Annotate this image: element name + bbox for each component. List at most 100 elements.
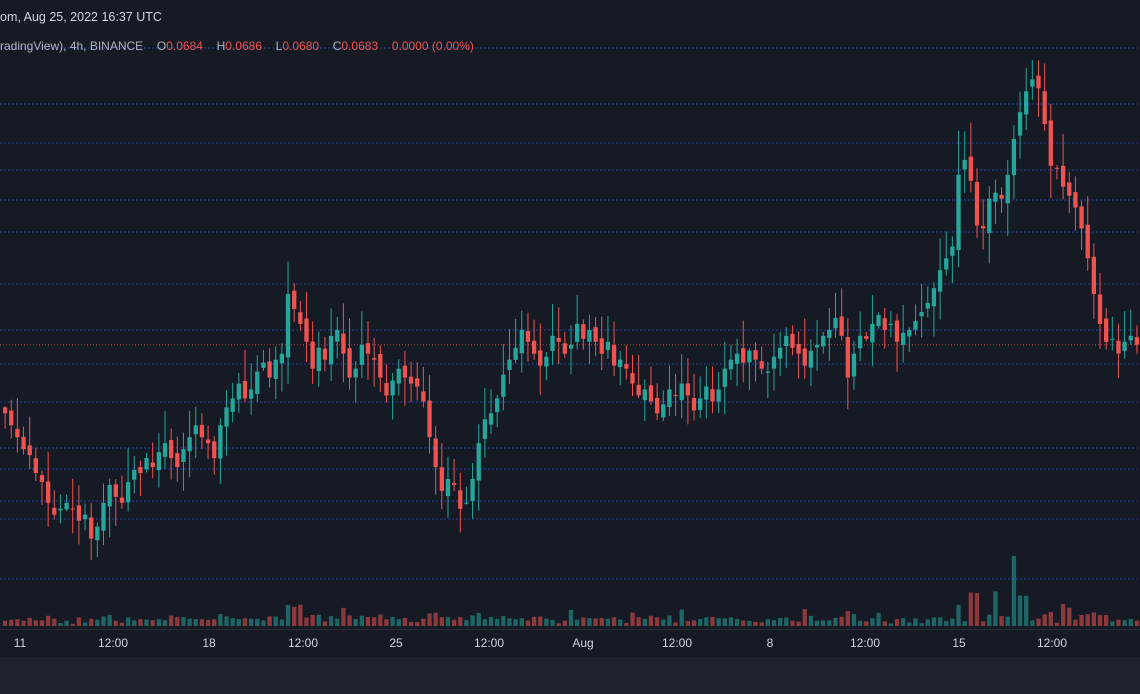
candle-body xyxy=(439,467,444,491)
candle xyxy=(654,383,660,420)
volume-bar xyxy=(33,620,38,626)
candle xyxy=(236,373,241,413)
candle xyxy=(913,304,918,336)
candle xyxy=(187,410,192,478)
volume-bar xyxy=(150,620,155,626)
candle-body xyxy=(513,347,518,360)
close-value: 0.0683 xyxy=(341,39,379,53)
candle xyxy=(415,361,420,401)
volume-bar xyxy=(242,618,248,626)
candle-body xyxy=(322,348,328,360)
volume-bar xyxy=(605,618,611,626)
candle-body xyxy=(888,323,894,325)
volume-bar xyxy=(95,619,100,626)
candle xyxy=(1011,125,1017,200)
volume-bar xyxy=(648,615,654,626)
volume-bar xyxy=(230,618,235,626)
candle-body xyxy=(150,462,155,468)
candle xyxy=(45,452,51,527)
candle-body xyxy=(802,348,807,366)
candle xyxy=(882,308,887,349)
candle xyxy=(1060,133,1066,200)
candle xyxy=(747,348,752,390)
x-tick-label: Aug xyxy=(572,636,593,650)
candle xyxy=(230,382,235,423)
candle xyxy=(525,312,531,362)
volume-bar xyxy=(1024,595,1029,626)
volume-bar xyxy=(1060,604,1066,626)
candle xyxy=(1116,323,1121,378)
candle-body xyxy=(101,502,106,531)
candle xyxy=(76,485,82,545)
volume-bar xyxy=(292,606,297,626)
high-value: 0.0686 xyxy=(225,39,262,53)
volume-bar xyxy=(501,616,506,626)
volume-bar xyxy=(359,615,365,626)
candle-body xyxy=(89,517,94,539)
candle xyxy=(445,456,451,518)
time-axis[interactable]: 11 12:00 18 12:00 25 12:00 Aug 12:00 8 12:00 15 12:… xyxy=(0,629,1140,657)
volume-bar xyxy=(212,619,217,626)
candle-body xyxy=(58,508,63,511)
volume-bar xyxy=(328,616,334,626)
candle-body xyxy=(341,333,346,354)
candle-body xyxy=(1005,174,1010,204)
candle xyxy=(556,307,561,364)
volume-bar xyxy=(21,620,26,626)
volume-bar xyxy=(119,622,125,626)
volume-bar xyxy=(556,623,561,626)
candle xyxy=(765,361,770,399)
candle xyxy=(704,366,709,419)
candle-body xyxy=(525,330,531,342)
candle-body xyxy=(704,386,709,400)
candle xyxy=(864,331,869,342)
volume-bar xyxy=(353,618,358,626)
candle-body xyxy=(937,270,943,292)
candle xyxy=(661,390,666,422)
candle-body xyxy=(15,428,20,438)
candle-body xyxy=(575,323,580,342)
candle-body xyxy=(974,182,980,226)
volume-bar xyxy=(248,618,254,626)
candle xyxy=(451,458,457,491)
candle-body xyxy=(255,371,260,394)
candle xyxy=(568,325,574,375)
candle xyxy=(476,424,481,511)
candlesticks xyxy=(2,60,1140,560)
candle-body xyxy=(931,288,937,307)
volume-bar xyxy=(1128,618,1133,626)
candle xyxy=(119,475,125,509)
candle xyxy=(310,321,315,384)
candle-body xyxy=(33,458,38,473)
volume-bar xyxy=(1017,595,1023,626)
candle-body xyxy=(556,337,561,342)
candle xyxy=(458,472,463,533)
candle-body xyxy=(76,505,82,521)
candle-body xyxy=(39,475,45,482)
price-chart-canvas[interactable] xyxy=(0,0,1140,694)
candle-body xyxy=(218,425,223,459)
volume-bar xyxy=(698,618,703,626)
candle xyxy=(218,418,223,485)
volume-bar xyxy=(575,619,580,626)
x-tick-label: 12:00 xyxy=(98,636,128,650)
open-label: O xyxy=(156,39,167,53)
volume-bar xyxy=(876,612,881,626)
candle-body xyxy=(876,314,881,327)
volume-bar xyxy=(1091,612,1097,626)
candle-body xyxy=(1017,112,1023,136)
candle-body xyxy=(870,323,875,343)
volume-bar xyxy=(722,618,727,626)
candle xyxy=(501,343,506,411)
volume-bar xyxy=(1085,614,1090,626)
candle xyxy=(439,443,444,510)
candle-body xyxy=(495,398,500,412)
candle-body xyxy=(45,481,51,503)
volume-bar xyxy=(267,616,272,626)
candle-body xyxy=(1024,91,1029,115)
trading-chart[interactable]: om, Aug 25, 2022 16:37 UTC radingView), … xyxy=(0,0,1140,694)
ohlc-legend: radingView), 4h, BINANCE O0.0684 H0.0686… xyxy=(0,36,474,56)
candle-body xyxy=(599,338,604,354)
volume-bar xyxy=(322,621,328,626)
x-tick-label: 12:00 xyxy=(1037,636,1067,650)
